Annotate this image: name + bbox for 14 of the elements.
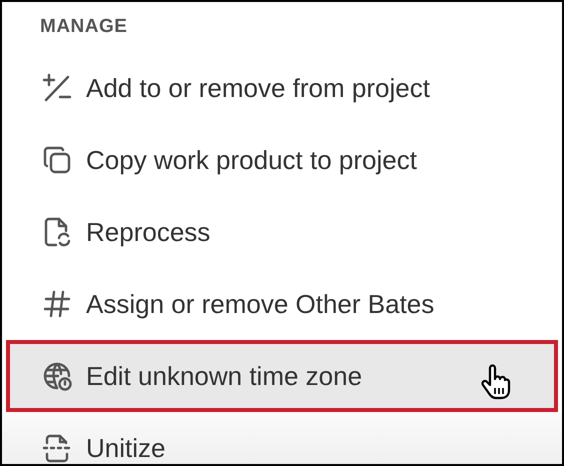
menu-item[interactable]: Assign or remove Other Bates	[2, 268, 562, 340]
menu-item[interactable]: Copy work product to project	[2, 124, 562, 196]
menu-item[interactable]: Unitize	[2, 412, 562, 464]
hand-cursor-icon	[480, 364, 512, 400]
document-refresh-icon	[42, 217, 72, 247]
menu-item[interactable]: Add to or remove from project	[2, 52, 562, 124]
section-title: MANAGE	[40, 16, 128, 37]
globe-clock-icon	[42, 361, 72, 391]
menu-item[interactable]: Edit unknown time zone	[6, 340, 558, 412]
copy-icon	[42, 145, 72, 175]
menu-item[interactable]: Reprocess	[2, 196, 562, 268]
plus-minus-icon	[42, 73, 72, 103]
hash-icon	[42, 289, 72, 319]
document-split-icon	[42, 433, 72, 463]
